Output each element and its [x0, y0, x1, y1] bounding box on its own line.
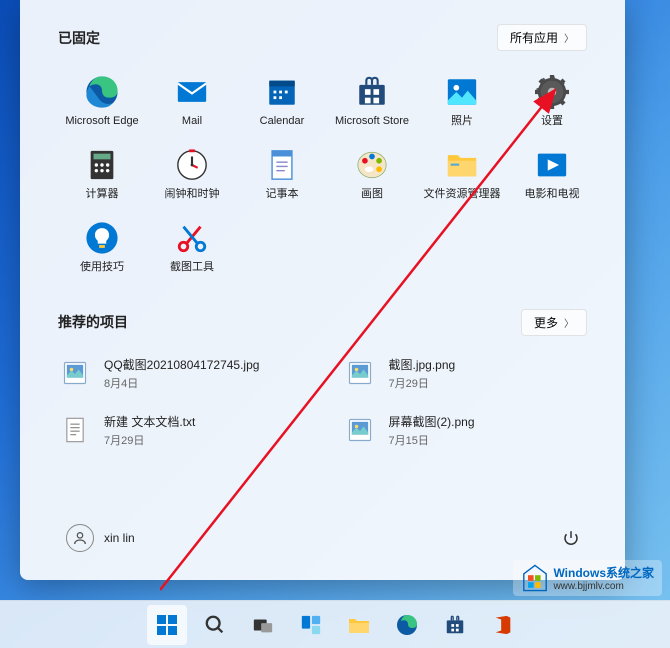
- file-name: 屏幕截图(2).png: [389, 413, 475, 430]
- recommended-item[interactable]: 新建 文本文档.txt 7月29日: [58, 411, 303, 450]
- pinned-grid: Microsoft Edge Mail Calendar Microsoft S…: [58, 69, 587, 281]
- store-icon: [355, 75, 389, 109]
- mail-icon: [175, 75, 209, 109]
- user-avatar-icon: [66, 524, 94, 552]
- more-label: 更多: [534, 314, 558, 331]
- app-label: Microsoft Edge: [58, 115, 146, 128]
- file-date: 7月15日: [389, 432, 475, 448]
- app-tile-paint[interactable]: 画图: [328, 142, 416, 207]
- app-label: Mail: [148, 115, 236, 128]
- taskbar-edge-button[interactable]: [387, 605, 427, 645]
- explorer-icon: [445, 148, 479, 182]
- edge-icon: [85, 75, 119, 109]
- chevron-right-icon: 〉: [564, 30, 574, 45]
- pinned-header: 已固定 所有应用 〉: [58, 24, 587, 51]
- app-label: 电影和电视: [508, 188, 596, 201]
- app-tile-tips[interactable]: 使用技巧: [58, 215, 146, 280]
- start-bottom-bar: xin lin: [58, 500, 587, 556]
- file-date: 7月29日: [104, 432, 195, 448]
- calendar-icon: [265, 75, 299, 109]
- paint-icon: [355, 148, 389, 182]
- power-button[interactable]: [555, 522, 587, 554]
- recommended-header: 推荐的项目 更多 〉: [58, 309, 587, 336]
- pinned-title: 已固定: [58, 28, 100, 48]
- app-tile-edge[interactable]: Microsoft Edge: [58, 69, 146, 134]
- settings-icon: [535, 75, 569, 109]
- taskbar-start-button[interactable]: [147, 605, 187, 645]
- more-button[interactable]: 更多 〉: [521, 309, 587, 336]
- file-image-icon: [345, 415, 375, 445]
- snip-icon: [175, 221, 209, 255]
- app-label: 设置: [508, 115, 596, 128]
- app-label: 使用技巧: [58, 261, 146, 274]
- app-label: Calendar: [238, 115, 326, 128]
- recommended-item[interactable]: 截图.jpg.png 7月29日: [343, 354, 588, 393]
- app-tile-store[interactable]: Microsoft Store: [328, 69, 416, 134]
- app-label: 闹钟和时钟: [148, 188, 236, 201]
- app-label: 记事本: [238, 188, 326, 201]
- tips-icon: [85, 221, 119, 255]
- app-label: 计算器: [58, 188, 146, 201]
- recommended-title: 推荐的项目: [58, 312, 128, 332]
- app-label: 截图工具: [148, 261, 236, 274]
- app-tile-mail[interactable]: Mail: [148, 69, 236, 134]
- watermark-title: Windows系统之家: [553, 564, 654, 581]
- app-tile-settings[interactable]: 设置: [508, 69, 596, 134]
- photos-icon: [445, 75, 479, 109]
- movies-icon: [535, 148, 569, 182]
- chevron-right-icon: 〉: [564, 315, 574, 330]
- app-tile-notepad[interactable]: 记事本: [238, 142, 326, 207]
- watermark: Windows系统之家 www.bjjmlv.com: [513, 560, 662, 596]
- taskbar-search-button[interactable]: [195, 605, 235, 645]
- file-name: 新建 文本文档.txt: [104, 413, 195, 430]
- recommended-item[interactable]: 屏幕截图(2).png 7月15日: [343, 411, 588, 450]
- file-name: 截图.jpg.png: [389, 356, 456, 373]
- calculator-icon: [85, 148, 119, 182]
- file-date: 8月4日: [104, 375, 259, 391]
- watermark-url: www.bjjmlv.com: [553, 581, 654, 592]
- app-tile-calculator[interactable]: 计算器: [58, 142, 146, 207]
- clock-icon: [175, 148, 209, 182]
- app-tile-explorer[interactable]: 文件资源管理器: [418, 142, 506, 207]
- app-label: 画图: [328, 188, 416, 201]
- file-text-icon: [60, 415, 90, 445]
- app-tile-clock[interactable]: 闹钟和时钟: [148, 142, 236, 207]
- app-tile-movies[interactable]: 电影和电视: [508, 142, 596, 207]
- taskbar: [0, 600, 670, 648]
- app-label: 照片: [418, 115, 506, 128]
- app-tile-calendar[interactable]: Calendar: [238, 69, 326, 134]
- user-name: xin lin: [104, 531, 135, 545]
- app-label: 文件资源管理器: [418, 188, 506, 201]
- file-date: 7月29日: [389, 375, 456, 391]
- watermark-logo-icon: [521, 564, 549, 592]
- taskbar-widgets-button[interactable]: [291, 605, 331, 645]
- all-apps-label: 所有应用: [510, 29, 558, 46]
- notepad-icon: [265, 148, 299, 182]
- app-tile-photos[interactable]: 照片: [418, 69, 506, 134]
- file-image-icon: [345, 358, 375, 388]
- start-menu: 已固定 所有应用 〉 Microsoft Edge Mail Calendar …: [20, 0, 625, 580]
- all-apps-button[interactable]: 所有应用 〉: [497, 24, 587, 51]
- taskbar-office-button[interactable]: [483, 605, 523, 645]
- recommended-list: QQ截图20210804172745.jpg 8月4日 截图.jpg.png 7…: [58, 354, 587, 450]
- recommended-item[interactable]: QQ截图20210804172745.jpg 8月4日: [58, 354, 303, 393]
- user-account-button[interactable]: xin lin: [58, 520, 143, 556]
- file-name: QQ截图20210804172745.jpg: [104, 356, 259, 373]
- taskbar-taskview-button[interactable]: [243, 605, 283, 645]
- app-tile-snip[interactable]: 截图工具: [148, 215, 236, 280]
- app-label: Microsoft Store: [328, 115, 416, 128]
- taskbar-store-button[interactable]: [435, 605, 475, 645]
- file-image-icon: [60, 358, 90, 388]
- taskbar-explorer-button[interactable]: [339, 605, 379, 645]
